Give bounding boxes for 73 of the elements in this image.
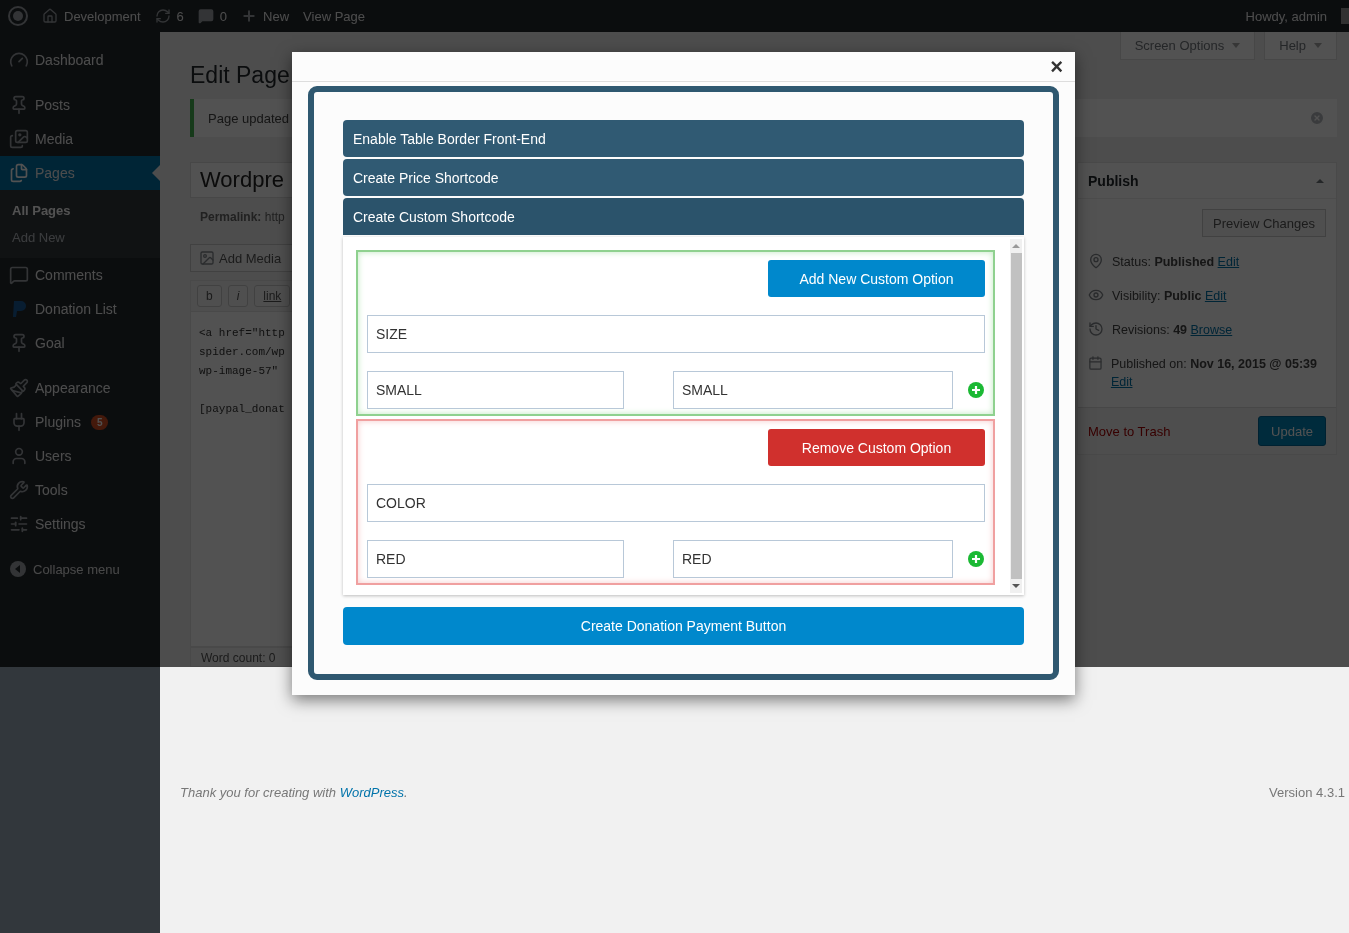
accordion-header[interactable]: Create Price Shortcode: [343, 159, 1024, 196]
avatar-icon: [1341, 8, 1349, 24]
remove-option-button[interactable]: Remove Custom Option: [768, 429, 985, 466]
sidebar-item[interactable]: Tools: [0, 473, 160, 507]
status-text: Visibility: Public: [1112, 289, 1202, 303]
edit-link[interactable]: Browse: [1190, 323, 1233, 337]
sidebar-item[interactable]: Comments: [0, 258, 160, 292]
status-text: Status: Published: [1112, 255, 1215, 269]
sidebar-item[interactable]: Pages: [0, 156, 160, 190]
sliders-icon: [9, 514, 29, 534]
notice-text: Page updated: [208, 110, 289, 126]
sidebar-item[interactable]: Dashboard: [0, 43, 160, 77]
speech-bubble-icon: [9, 265, 29, 285]
trash-link[interactable]: Move to Trash: [1088, 423, 1171, 439]
close-button[interactable]: ×: [1046, 56, 1067, 77]
option-name-field[interactable]: SIZE: [367, 315, 985, 353]
user-icon: [9, 446, 29, 466]
option-value-field[interactable]: SMALL: [367, 371, 624, 409]
sidebar-item[interactable]: Plugins 5: [0, 405, 160, 439]
collapse-icon: [9, 560, 27, 578]
wrench-icon: [9, 480, 29, 500]
dismiss-icon[interactable]: [1309, 110, 1325, 126]
page-heading: Edit Page: [190, 62, 290, 89]
option-value-field[interactable]: SMALL: [673, 371, 953, 409]
accordion-header[interactable]: Enable Table Border Front-End: [343, 120, 1024, 157]
new-link[interactable]: New: [241, 8, 290, 24]
option-value-field[interactable]: RED: [367, 540, 624, 578]
sidebar-item[interactable]: Appearance: [0, 371, 160, 405]
refresh-icon: [154, 8, 171, 24]
speech-bubble-icon: [197, 8, 214, 24]
plus-icon[interactable]: [968, 382, 984, 398]
site-link[interactable]: Development: [42, 8, 141, 24]
sidebar-item[interactable]: Donation List: [0, 292, 160, 326]
edit-link[interactable]: Edit: [1110, 375, 1133, 389]
edit-link[interactable]: Edit: [1204, 289, 1227, 303]
home-icon: [42, 8, 58, 24]
count-badge: 5: [90, 414, 109, 430]
create-button[interactable]: Create Donation Payment Button: [343, 607, 1024, 645]
eye-icon: [1088, 287, 1104, 303]
pin-icon: [9, 333, 29, 353]
wordpress-link[interactable]: WordPress: [339, 785, 404, 800]
submenu-item[interactable]: All Pages: [0, 197, 160, 224]
status-text: Published on: Nov 16, 2015 @ 05:39: [1110, 357, 1317, 371]
sidebar-item[interactable]: Goal: [0, 326, 160, 360]
sidebar-item[interactable]: Users: [0, 439, 160, 473]
clock-icon: [1088, 321, 1104, 337]
edit-link[interactable]: Edit: [1217, 255, 1240, 269]
status-text: Revisions: 49: [1112, 323, 1188, 337]
paintbrush-icon: [9, 378, 29, 398]
sidebar-item[interactable]: Posts: [0, 88, 160, 122]
updates-link[interactable]: 6: [154, 8, 184, 24]
media-icon: [9, 129, 29, 149]
sidebar-item[interactable]: Media: [0, 122, 160, 156]
greeting-link[interactable]: Howdy, admin: [1245, 8, 1327, 24]
scrollbar[interactable]: [1010, 239, 1022, 593]
pin-icon: [9, 95, 29, 115]
option-value-field[interactable]: RED: [673, 540, 953, 578]
panel-title: Publish: [1088, 172, 1139, 189]
accordion-header[interactable]: Create Custom Shortcode: [343, 198, 1024, 235]
version-text: Version 4.3.1: [1269, 785, 1345, 802]
update-button[interactable]: Update: [1258, 416, 1326, 446]
calendar-icon: [1088, 355, 1103, 371]
pages-icon: [9, 163, 29, 183]
pin-icon: [1088, 253, 1104, 269]
option-name-field[interactable]: COLOR: [367, 484, 985, 522]
view-page-link[interactable]: View Page: [303, 8, 365, 24]
add-option-button[interactable]: Add New Custom Option: [768, 260, 985, 297]
dashboard-icon: [9, 50, 29, 70]
media-icon: [199, 250, 215, 266]
logo-icon[interactable]: [8, 6, 28, 26]
plus-icon[interactable]: [968, 551, 984, 567]
sidebar-item[interactable]: Settings: [0, 507, 160, 541]
footer-text: Thank you for creating with WordPress.: [180, 785, 408, 802]
